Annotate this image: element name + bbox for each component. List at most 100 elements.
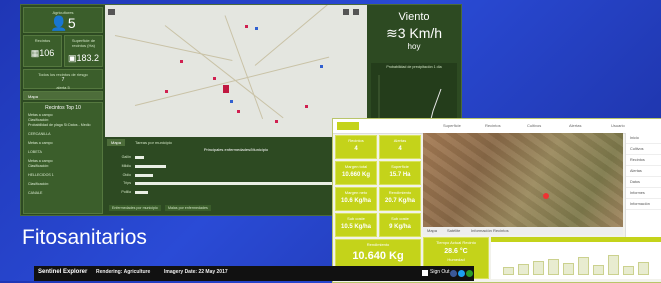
parcel-marker[interactable] <box>305 105 308 108</box>
wind-sub: hoy <box>407 42 421 51</box>
weather-hum: Humedad <box>447 257 465 262</box>
list-item[interactable]: Clasificación: <box>24 180 102 189</box>
list-item[interactable]: Metas a campo Clasificación: Probabilida… <box>24 111 102 130</box>
parcel-marker[interactable] <box>180 60 183 63</box>
share-icon[interactable] <box>466 270 473 277</box>
wind-value: ≋3 Km/h <box>385 25 443 41</box>
yield-bar <box>593 265 604 275</box>
tab-mapa-yg[interactable]: Mapa <box>427 228 437 233</box>
map-zoom-control[interactable] <box>108 9 115 15</box>
topbar-label: Superficie <box>443 123 461 128</box>
recintos-label: Recintos <box>34 38 51 43</box>
list-item[interactable]: HELLECIDOS 1 <box>24 171 102 180</box>
parcel-marker[interactable] <box>213 77 216 80</box>
yield-bar <box>533 261 544 275</box>
kpi-value: 20.7 Kg/ha <box>384 198 415 204</box>
kpi-title: Sub coste <box>391 216 409 221</box>
tab-info-recintos[interactable]: Información Recintos <box>471 228 509 233</box>
list-item[interactable]: Metas a campo Clasificación: <box>24 157 102 171</box>
list-item[interactable]: LOBETA <box>24 148 102 157</box>
twitter-icon[interactable] <box>458 270 465 277</box>
parcel-marker[interactable] <box>237 110 240 113</box>
bar-label: Trips <box>123 181 131 186</box>
menu-item[interactable]: Cultivos <box>626 144 661 155</box>
recintos-tile: Recintos ▦106 <box>23 35 62 67</box>
kpi-title: Alertas <box>393 138 407 143</box>
tab-enfermedades[interactable]: Enfermedades por municipio <box>109 205 161 211</box>
user-icon <box>422 270 428 276</box>
agricultores-value: 👤5 <box>50 15 76 31</box>
yield-bar <box>578 257 589 275</box>
menu-item[interactable]: Informes <box>626 188 661 199</box>
map-tabs: Mapa Satélite Información Recintos <box>423 227 623 235</box>
sign-out-link[interactable]: Sign Out <box>430 269 449 275</box>
kpi-card: Recintos 4 <box>335 135 377 159</box>
yield-bar <box>608 255 619 275</box>
parcel-marker[interactable] <box>255 27 258 30</box>
parcel-marker[interactable] <box>165 90 168 93</box>
tab-tareas[interactable]: Tareas por municipio <box>131 139 176 146</box>
parcel-marker[interactable] <box>320 65 323 68</box>
parcel-marker[interactable] <box>230 100 233 103</box>
kpi-card: Rendimiento 20.7 Kg/ha <box>379 187 421 211</box>
bar[interactable] <box>135 164 167 168</box>
riesgo-label: Todos los recintos de riesgo <box>38 72 88 77</box>
weather-temp: 28.6 °C <box>444 248 468 255</box>
kpi-card: Sub coste 9 Kg/ha <box>379 213 421 237</box>
menu-item[interactable]: Recintos <box>626 155 661 166</box>
bar[interactable] <box>135 191 149 195</box>
list-item[interactable]: Metas a campo <box>24 139 102 148</box>
parcel-marker[interactable] <box>223 85 229 93</box>
bar[interactable] <box>135 182 355 186</box>
tab-mapa[interactable]: Mapa <box>107 139 126 146</box>
person-icon: 👤 <box>50 15 68 31</box>
list-item[interactable]: CERCANILLA <box>24 130 102 139</box>
kpi-value: 10.6 Kg/ha <box>340 198 371 204</box>
kpi-title: Superficie <box>391 164 409 169</box>
parcel-marker[interactable] <box>275 120 278 123</box>
riesgo-tile: Todos los recintos de riesgo 7 alerta 5 <box>23 69 103 90</box>
agricultores-tile: Agricultores 👤5 <box>23 7 103 33</box>
topbar-label: Alertas <box>569 123 582 128</box>
sentinel-title: Sentinel Explorer <box>38 269 88 275</box>
satellite-map[interactable] <box>423 133 623 227</box>
parcel-marker[interactable] <box>245 25 248 28</box>
kpi-title: Recintos <box>348 138 364 143</box>
yield-bar <box>638 262 649 275</box>
yield-bar <box>503 267 514 275</box>
map-fullscreen-icon[interactable] <box>353 9 359 15</box>
kpi-card: Sub coste 10.5 Kg/ha <box>335 213 377 237</box>
sidebar-menu: Inicio Cultivos Recintos Alertas Datos Inform… <box>625 133 661 237</box>
kpi-title: Rendimiento <box>388 190 412 195</box>
sentinel-imagery-date: Imagery Date: 22 May 2017 <box>164 269 228 275</box>
facebook-icon[interactable] <box>450 270 457 277</box>
tab-malas[interactable]: Malas por enfermedades <box>165 205 211 211</box>
bar-label: Oidio <box>122 172 131 177</box>
nav-map-button[interactable]: Mapa <box>23 91 103 100</box>
agricultores-label: Agricultores <box>52 10 74 15</box>
superficie-label: Superficie de recintos (Ha) <box>71 38 96 48</box>
disease-bar-chart: Gallín Mildiu Oidio Trips Polilla <box>105 155 367 199</box>
bar[interactable] <box>135 173 153 177</box>
kpi-card: Superficie 15.7 Ha <box>379 161 421 185</box>
kpi-value: 10.660 Kg <box>341 172 371 178</box>
bar[interactable] <box>135 156 144 159</box>
tab-satelite[interactable]: Satélite <box>447 228 460 233</box>
location-marker-icon[interactable] <box>543 193 549 199</box>
topbar-label: Usuario <box>611 123 625 128</box>
list-title: Recintos Top 10 <box>45 105 81 111</box>
menu-item[interactable]: Inicio <box>626 133 661 144</box>
map-layers-icon[interactable] <box>343 9 349 15</box>
rendimiento-label: Rendimiento <box>366 242 390 247</box>
precip-chart-label: Probabilidad de precipitación 1 día <box>386 65 442 69</box>
bar-label: Mildiu <box>121 163 131 168</box>
recintos-map[interactable] <box>105 5 367 137</box>
menu-item[interactable]: Alertas <box>626 166 661 177</box>
sentinel-header: Sentinel Explorer Rendering: Agriculture… <box>34 266 474 281</box>
bar-label: Gallín <box>121 155 131 159</box>
list-item[interactable]: CANALE <box>24 189 102 198</box>
kpi-value: 4 <box>398 146 402 152</box>
yg-topbar: Superficie Recintos Cultivos Alertas Usuario <box>333 119 661 134</box>
menu-item[interactable]: Información <box>626 199 661 210</box>
menu-item[interactable]: Datos <box>626 177 661 188</box>
